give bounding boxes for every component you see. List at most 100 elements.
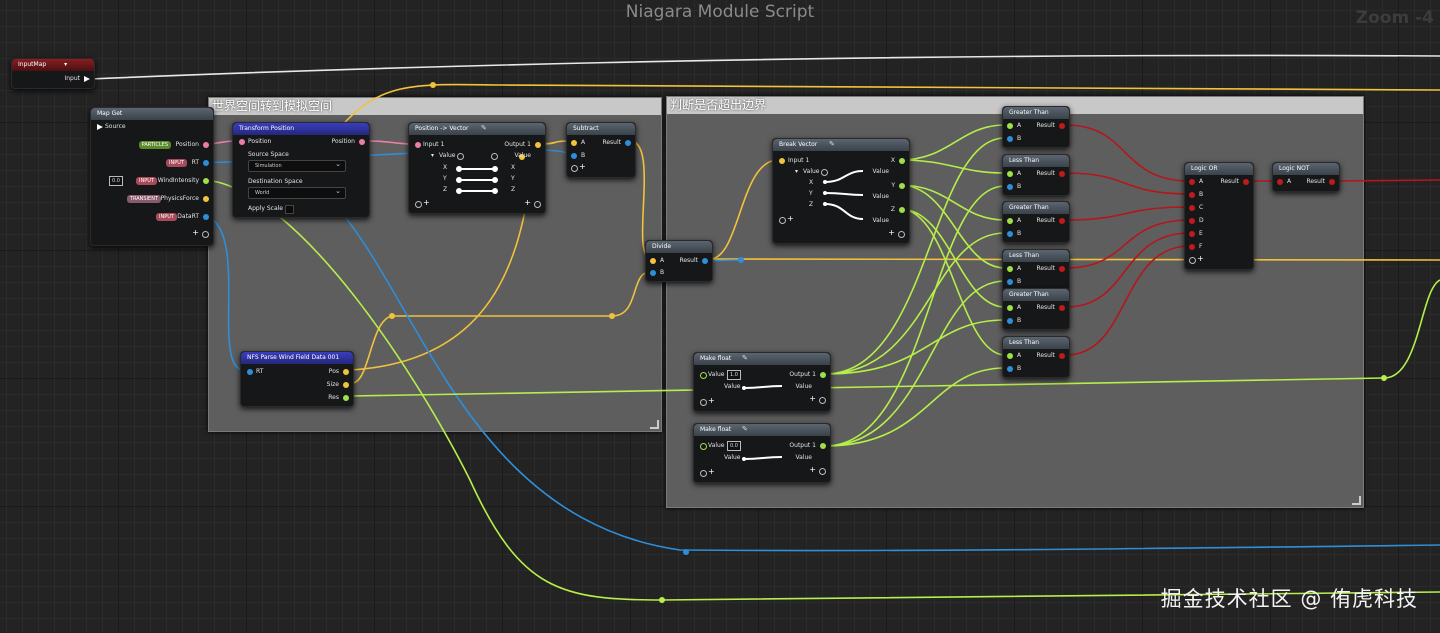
node-make-float-zero[interactable]: Make float ✎ Value 0.0 Output 1 Value Va… — [693, 423, 831, 483]
expand-arrow-icon[interactable]: ▾ — [431, 152, 434, 159]
node-header[interactable]: InputMap ▾ — [12, 59, 94, 71]
node-header[interactable]: Divide — [646, 241, 712, 253]
node-greater-than[interactable]: Greater Than A Result B — [1002, 106, 1070, 148]
float-output-pin[interactable] — [203, 178, 209, 184]
node-header[interactable]: Make float — [694, 424, 830, 436]
node-header[interactable]: Logic OR — [1185, 163, 1253, 175]
output-pin[interactable] — [625, 140, 631, 146]
pencil-icon[interactable]: ✎ — [742, 425, 748, 433]
float-input-pin[interactable] — [1007, 218, 1013, 224]
float-input-pin[interactable] — [1007, 123, 1013, 129]
add-pin-icon[interactable]: + — [192, 228, 199, 237]
add-pin-circle-icon[interactable] — [534, 201, 541, 208]
bool-output-pin[interactable] — [1059, 218, 1065, 224]
default-value-field[interactable]: 0.0 — [109, 176, 123, 186]
bool-input-pin[interactable] — [1277, 179, 1283, 185]
texture-output-pin[interactable] — [203, 214, 209, 220]
float-input-pin[interactable] — [1007, 353, 1013, 359]
node-header[interactable]: Greater Than — [1003, 107, 1069, 119]
pencil-icon[interactable]: ✎ — [742, 354, 748, 362]
vector-output-pin[interactable] — [203, 196, 209, 202]
node-greater-than[interactable]: Greater Than A Result B — [1002, 288, 1070, 330]
add-pin-circle-icon[interactable] — [819, 397, 826, 404]
add-pin-icon[interactable]: + — [1197, 254, 1204, 263]
bool-input-pin[interactable] — [1189, 231, 1195, 237]
node-header[interactable]: Less Than — [1003, 250, 1069, 262]
vector-input-pin[interactable] — [571, 140, 577, 146]
position-input-pin[interactable] — [415, 142, 421, 148]
add-pin-icon[interactable]: + — [423, 198, 430, 207]
node-transform-position[interactable]: Transform Position Position Position Sou… — [232, 122, 370, 218]
destination-space-dropdown[interactable]: World — [248, 186, 346, 199]
bool-output-pin[interactable] — [1329, 179, 1335, 185]
vector-output-pin[interactable] — [343, 382, 349, 388]
node-greater-than[interactable]: Greater Than A Result B — [1002, 201, 1070, 243]
add-pin-icon[interactable]: + — [579, 162, 586, 171]
add-pin-circle-icon[interactable] — [700, 399, 707, 406]
input-pin[interactable] — [1007, 366, 1013, 372]
node-less-than[interactable]: Less Than A Result B — [1002, 336, 1070, 378]
node-header[interactable]: Transform Position — [233, 123, 369, 135]
add-pin-circle-icon[interactable] — [898, 231, 905, 238]
input-pin[interactable] — [1007, 136, 1013, 142]
add-pin-circle-icon[interactable] — [819, 468, 826, 475]
node-less-than[interactable]: Less Than A Result B — [1002, 154, 1070, 196]
node-header[interactable]: NFS Parse Wind Field Data 001 — [241, 352, 353, 364]
vector-output-pin[interactable] — [535, 142, 541, 148]
node-logic-or[interactable]: Logic OR A Result B C D E F + — [1184, 162, 1254, 270]
source-space-dropdown[interactable]: Simulation — [248, 159, 346, 172]
bool-output-pin[interactable] — [1059, 305, 1065, 311]
input-pin[interactable] — [571, 153, 577, 159]
graph-canvas[interactable]: Niagara Module Script Zoom -4 世界空间转到模拟空间… — [0, 0, 1440, 633]
node-header[interactable]: Subtract — [567, 123, 635, 135]
add-pin-icon[interactable]: + — [708, 396, 715, 405]
float-input-pin[interactable] — [700, 372, 707, 379]
float-input-pin[interactable] — [700, 443, 707, 450]
node-map-get[interactable]: Map Get Source PARTICLES Position INPUT … — [90, 107, 214, 246]
bool-output-pin[interactable] — [1059, 353, 1065, 359]
float-output-pin[interactable] — [899, 158, 905, 164]
float-output-pin[interactable] — [343, 395, 349, 401]
node-header[interactable]: Greater Than — [1003, 202, 1069, 214]
add-pin-circle-icon[interactable] — [700, 470, 707, 477]
float-output-pin[interactable] — [899, 183, 905, 189]
float-output-pin[interactable] — [899, 207, 905, 213]
add-pin-icon[interactable]: + — [787, 214, 794, 223]
input-pin[interactable] — [1007, 184, 1013, 190]
input-pin[interactable] — [650, 270, 656, 276]
bool-input-pin[interactable] — [1189, 179, 1195, 185]
bool-input-pin[interactable] — [1189, 192, 1195, 198]
node-header[interactable]: Greater Than — [1003, 289, 1069, 301]
input-pin[interactable] — [1007, 279, 1013, 285]
input-pin[interactable] — [1007, 318, 1013, 324]
node-header[interactable]: Less Than — [1003, 155, 1069, 167]
bool-output-pin[interactable] — [1059, 171, 1065, 177]
float-input-pin[interactable] — [1007, 266, 1013, 272]
add-pin-circle-icon[interactable] — [571, 165, 578, 172]
vector-output-pin[interactable] — [343, 369, 349, 375]
texture-input-pin[interactable] — [247, 369, 253, 375]
add-pin-icon[interactable]: + — [524, 198, 531, 207]
add-pin-icon[interactable]: + — [809, 394, 816, 403]
position-output-pin[interactable] — [359, 139, 365, 145]
add-pin-circle-icon[interactable] — [779, 217, 786, 224]
vector-input-pin[interactable] — [650, 258, 656, 264]
add-pin-circle-icon[interactable] — [415, 201, 422, 208]
texture-output-pin[interactable] — [203, 160, 209, 166]
float-input-pin[interactable] — [1007, 305, 1013, 311]
bool-input-pin[interactable] — [1189, 205, 1195, 211]
node-header[interactable]: Make float — [694, 353, 830, 365]
chevron-down-icon[interactable]: ▾ — [64, 61, 67, 68]
add-pin-icon[interactable]: + — [708, 467, 715, 476]
bool-output-pin[interactable] — [1059, 123, 1065, 129]
float-output-pin[interactable] — [820, 372, 826, 378]
position-input-pin[interactable] — [239, 139, 245, 145]
node-header[interactable]: Logic NOT — [1273, 163, 1339, 175]
node-header[interactable]: Position -> Vector — [409, 123, 545, 135]
node-input-map[interactable]: InputMap ▾ Input — [11, 58, 95, 89]
bool-output-pin[interactable] — [1059, 266, 1065, 272]
exec-output-pin[interactable] — [84, 76, 90, 82]
position-output-pin[interactable] — [203, 142, 209, 148]
node-break-vector[interactable]: Break Vector ✎ Input 1 ▾ Value X Y Z X V… — [772, 138, 910, 244]
add-pin-circle-icon[interactable] — [1189, 257, 1196, 264]
